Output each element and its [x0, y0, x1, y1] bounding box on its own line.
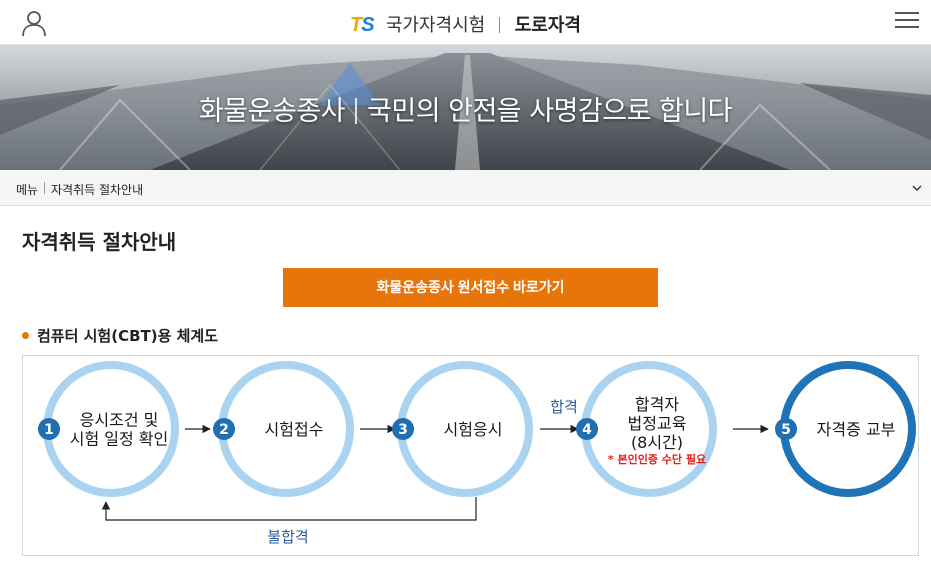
step-label-2-line-1: 시험접수	[265, 420, 324, 439]
pass-label: 합격	[550, 398, 578, 416]
brand-divider	[499, 17, 501, 33]
section-title: 컴퓨터 시험(CBT)용 체계도	[22, 325, 218, 346]
step-label-4-line-3: (8시간)	[631, 433, 683, 452]
breadcrumb-divider	[44, 182, 45, 194]
step-label-1-line-1: 응시조건 및	[80, 411, 159, 430]
bullet-icon	[22, 332, 29, 339]
breadcrumb-current[interactable]: 자격취득 절차안내	[51, 181, 143, 198]
breadcrumb: 메뉴 자격취득 절차안내	[0, 170, 931, 206]
hero-divider	[355, 98, 358, 124]
step-number-4: 4	[582, 422, 592, 438]
step-number-1: 1	[44, 422, 54, 438]
process-diagram: 1 2 3 4 5 응시조건 및 시험 일정 확인 시험접수 시험응시 합격자 법정교육 (8시간) *…	[22, 355, 919, 556]
ts-logo: TS	[349, 14, 375, 36]
section-title-text: 컴퓨터 시험(CBT)용 체계도	[37, 327, 219, 345]
step-label-5-line-1: 자격증 교부	[817, 420, 896, 439]
apply-button[interactable]: 화물운송종사 원서접수 바로가기	[283, 268, 658, 307]
breadcrumb-menu[interactable]: 메뉴	[16, 181, 38, 198]
step-label-1-line-2: 시험 일정 확인	[70, 430, 169, 449]
step-note-4: * 본인인증 수단 필요	[608, 452, 706, 466]
chevron-down-icon[interactable]	[911, 182, 923, 194]
hero-slogan-right: 국민의 안전을 사명감으로 합니다	[367, 96, 733, 127]
hero-slogan-left: 화물운송종사	[198, 96, 346, 127]
step-number-2: 2	[219, 422, 229, 438]
step-number-5: 5	[781, 422, 791, 438]
org-name: 국가자격시험	[385, 15, 486, 36]
step-label-4-line-1: 합격자	[635, 395, 679, 414]
hero-slogan: 화물운송종사 국민의 안전을 사명감으로 합니다	[0, 89, 931, 128]
fail-return-arrow	[101, 497, 477, 521]
page-title: 자격취득 절차안내	[22, 230, 177, 254]
step-number-3: 3	[398, 422, 408, 438]
hamburger-menu-icon[interactable]	[895, 12, 919, 32]
top-header: TS 국가자격시험 도로자격	[0, 0, 931, 45]
site-brand[interactable]: TS 국가자격시험 도로자격	[0, 11, 931, 37]
site-name: 도로자격	[514, 15, 581, 36]
step-label-4-line-2: 법정교육	[628, 414, 687, 433]
step-label-3-line-1: 시험응시	[444, 420, 503, 439]
fail-label: 불합격	[267, 528, 308, 546]
process-flow-svg: 1 2 3 4 5 응시조건 및시험 일정 확인 시험접수 시험응시 합격자법정교육(8시간)*…	[38, 361, 916, 546]
hero-banner: 화물운송종사 국민의 안전을 사명감으로 합니다	[0, 45, 931, 170]
